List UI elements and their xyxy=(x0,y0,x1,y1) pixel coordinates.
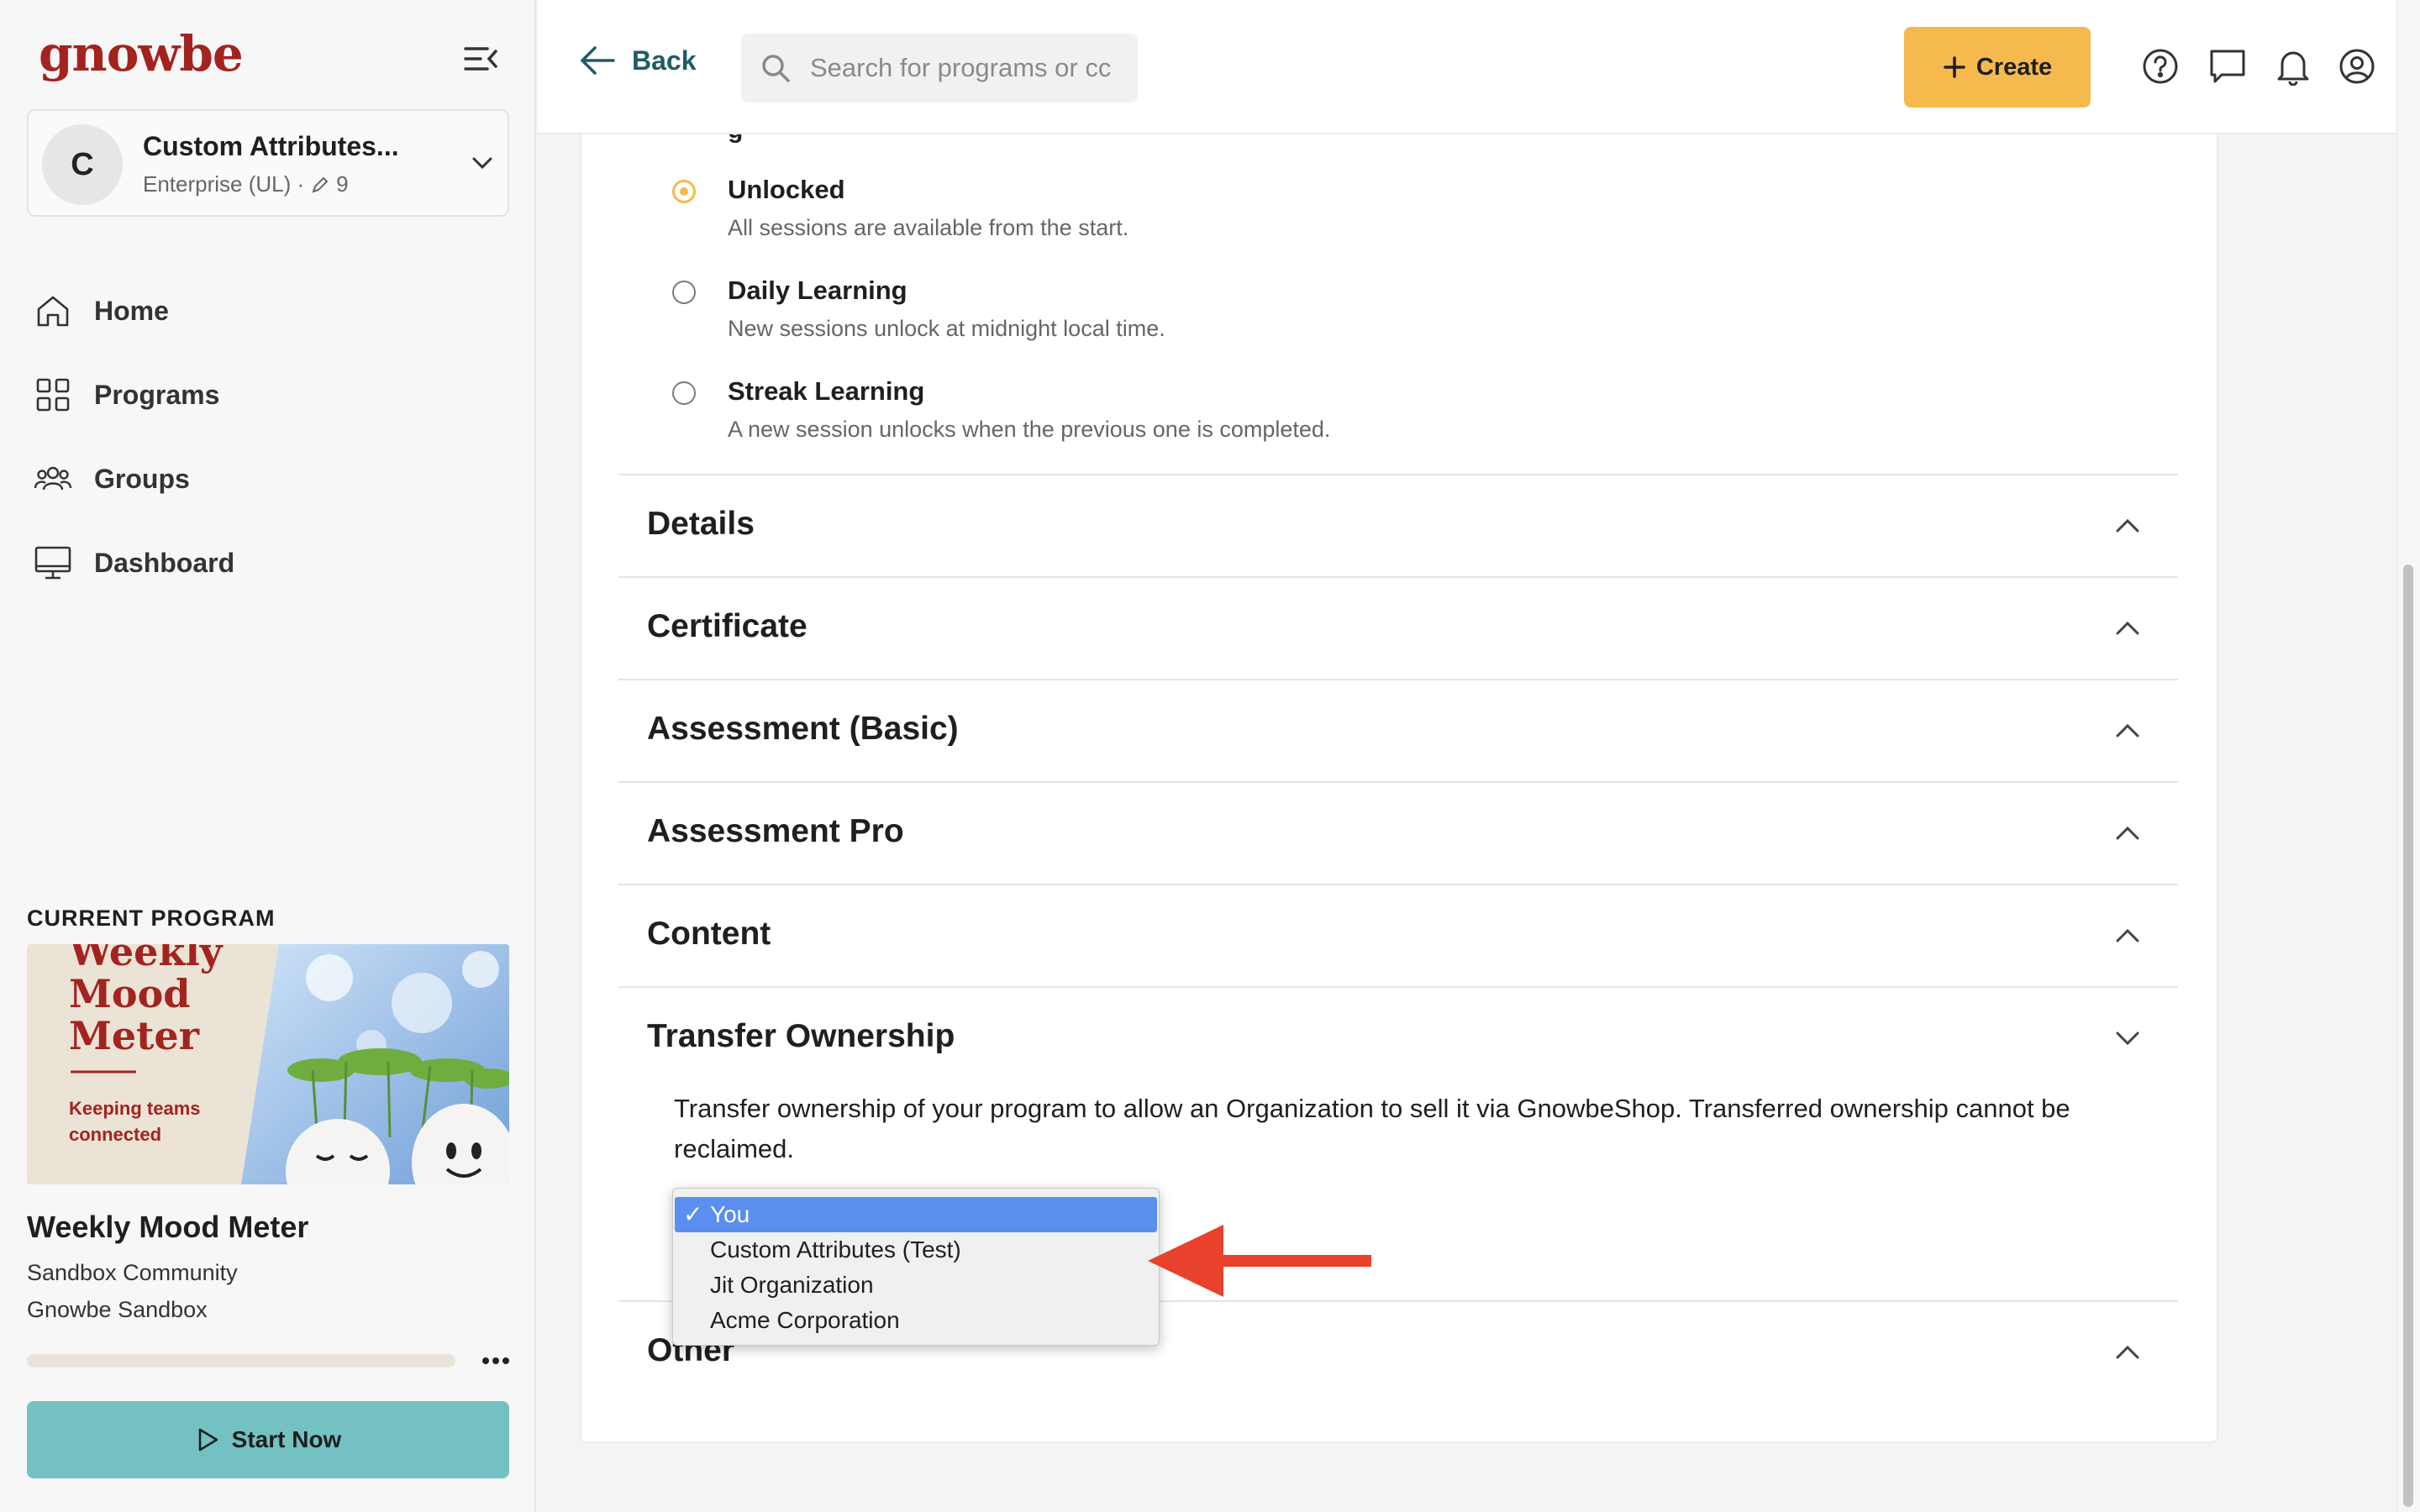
sidebar-item-groups[interactable]: Groups xyxy=(34,437,504,521)
arrow-left-icon xyxy=(581,46,615,75)
option-label: Custom Attributes (Test) xyxy=(710,1236,961,1263)
org-name: Custom Attributes... xyxy=(143,131,399,161)
section-assessment-pro[interactable]: Assessment Pro xyxy=(618,781,2178,884)
section-content[interactable]: Content xyxy=(618,884,2178,986)
sidebar-item-dashboard[interactable]: Dashboard xyxy=(34,521,504,605)
option-label: Jit Organization xyxy=(710,1272,874,1298)
org-subtitle: Enterprise (UL) · 9 xyxy=(143,171,349,197)
scrollbar-thumb[interactable] xyxy=(2403,564,2413,1507)
sidebar-item-home[interactable]: Home xyxy=(34,269,504,353)
chat-icon[interactable] xyxy=(2208,47,2247,86)
option-description: New sessions unlock at midnight local ti… xyxy=(728,316,1165,341)
unlock-option-daily[interactable]: Daily Learning New sessions unlock at mi… xyxy=(672,276,2101,343)
option-label: You xyxy=(710,1201,750,1227)
sidebar-item-programs[interactable]: Programs xyxy=(34,353,504,437)
home-icon xyxy=(37,296,69,327)
unlock-option-unlocked[interactable]: Unlocked All sessions are available from… xyxy=(672,175,2101,242)
top-bar: Back Create xyxy=(538,0,2396,134)
org-avatar: C xyxy=(42,124,123,205)
option-title: Unlocked xyxy=(728,175,845,204)
owner-option-you[interactable]: ✓ You xyxy=(675,1197,1157,1232)
annotation-arrow-icon xyxy=(1148,1225,1371,1297)
chevron-down-icon xyxy=(472,157,492,170)
create-label: Create xyxy=(1975,53,2053,81)
chevron-up-icon xyxy=(2116,723,2139,738)
sidebar-item-label: Programs xyxy=(94,379,220,410)
transfer-owner-dropdown[interactable]: ✓ You Custom Attributes (Test) Jit Organ… xyxy=(672,1188,1160,1346)
radio-daily-learning[interactable] xyxy=(672,281,696,304)
section-title: Transfer Ownership xyxy=(647,1018,955,1054)
chevron-up-icon xyxy=(2116,621,2139,635)
search-box[interactable] xyxy=(741,34,1138,102)
section-title: Content xyxy=(647,916,771,952)
unlock-option-streak[interactable]: Streak Learning A new session unlocks wh… xyxy=(672,376,2101,444)
back-button[interactable]: Back xyxy=(578,44,697,77)
radio-streak-learning[interactable] xyxy=(672,381,696,405)
people-icon xyxy=(34,466,72,491)
owner-option-jit-organization[interactable]: Jit Organization xyxy=(675,1268,1157,1303)
chevron-down-icon xyxy=(2116,1032,2139,1046)
create-button[interactable]: Create xyxy=(1904,27,2091,108)
section-transfer-ownership[interactable]: Transfer Ownership xyxy=(618,986,2178,1089)
option-description: A new session unlocks when the previous … xyxy=(728,417,1331,442)
chevron-up-icon xyxy=(2116,518,2139,533)
collapse-sidebar-icon[interactable] xyxy=(462,42,499,76)
owner-option-acme[interactable]: Acme Corporation xyxy=(675,1303,1157,1338)
section-title: Certificate xyxy=(647,608,808,644)
org-edit-count: 9 xyxy=(336,171,349,197)
play-icon xyxy=(198,1428,218,1452)
program-progress-bar xyxy=(27,1354,455,1368)
section-title: Details xyxy=(647,506,755,542)
sidebar-item-label: Groups xyxy=(94,463,190,494)
thumbnail-tagline: Keeping teams connected xyxy=(69,1098,201,1145)
check-icon: ✓ xyxy=(683,1201,703,1227)
search-input[interactable] xyxy=(808,52,1123,84)
current-program-label: CURRENT PROGRAM xyxy=(27,906,276,931)
organization-switcher[interactable]: C Custom Attributes... Enterprise (UL) ·… xyxy=(27,109,509,217)
chevron-up-icon xyxy=(2116,928,2139,942)
back-label: Back xyxy=(632,45,697,76)
option-label: Acme Corporation xyxy=(710,1307,900,1333)
transfer-ownership-description: Transfer ownership of your program to al… xyxy=(674,1094,2070,1163)
start-now-button[interactable]: Start Now xyxy=(27,1401,509,1478)
search-icon xyxy=(762,55,790,82)
sidebar-nav: Home Programs Groups Dashboard xyxy=(34,269,504,605)
program-thumbnail[interactable]: Weekly Mood Meter Keeping teams connecte… xyxy=(27,944,509,1184)
radio-unlocked[interactable] xyxy=(672,180,696,203)
section-title: Assessment Pro xyxy=(647,813,904,849)
monitor-icon xyxy=(34,546,71,580)
help-icon[interactable] xyxy=(2141,47,2180,86)
owner-option-custom-attributes[interactable]: Custom Attributes (Test) xyxy=(675,1232,1157,1268)
pencil-icon xyxy=(312,176,329,193)
option-title: Daily Learning xyxy=(728,276,908,305)
program-community: Sandbox Community xyxy=(27,1260,238,1285)
program-organization: Gnowbe Sandbox xyxy=(27,1297,208,1322)
sidebar-item-label: Dashboard xyxy=(94,547,235,578)
chevron-up-icon xyxy=(2116,826,2139,840)
bell-icon[interactable] xyxy=(2274,47,2312,86)
grid-icon xyxy=(36,378,70,412)
sidebar: gnowbe C Custom Attributes... Enterprise… xyxy=(0,0,536,1512)
section-assessment-basic[interactable]: Assessment (Basic) xyxy=(618,679,2178,781)
section-certificate[interactable]: Certificate xyxy=(618,576,2178,679)
thumbnail-title: Weekly Mood Meter xyxy=(69,944,223,1058)
section-details[interactable]: Details xyxy=(618,474,2178,576)
gnowbe-logo[interactable]: gnowbe xyxy=(39,25,244,82)
option-description: All sessions are available from the star… xyxy=(728,215,1129,240)
section-title: Assessment (Basic) xyxy=(647,711,959,747)
more-options-icon[interactable] xyxy=(479,1344,513,1378)
option-title: Streak Learning xyxy=(728,376,925,406)
chevron-up-icon xyxy=(2116,1345,2139,1359)
plus-icon xyxy=(1944,56,1965,78)
sidebar-item-label: Home xyxy=(94,295,169,326)
start-now-label: Start Now xyxy=(231,1426,342,1452)
org-plan: Enterprise (UL) · xyxy=(143,171,305,197)
program-title[interactable]: Weekly Mood Meter xyxy=(27,1210,308,1245)
profile-icon[interactable] xyxy=(2338,47,2376,86)
